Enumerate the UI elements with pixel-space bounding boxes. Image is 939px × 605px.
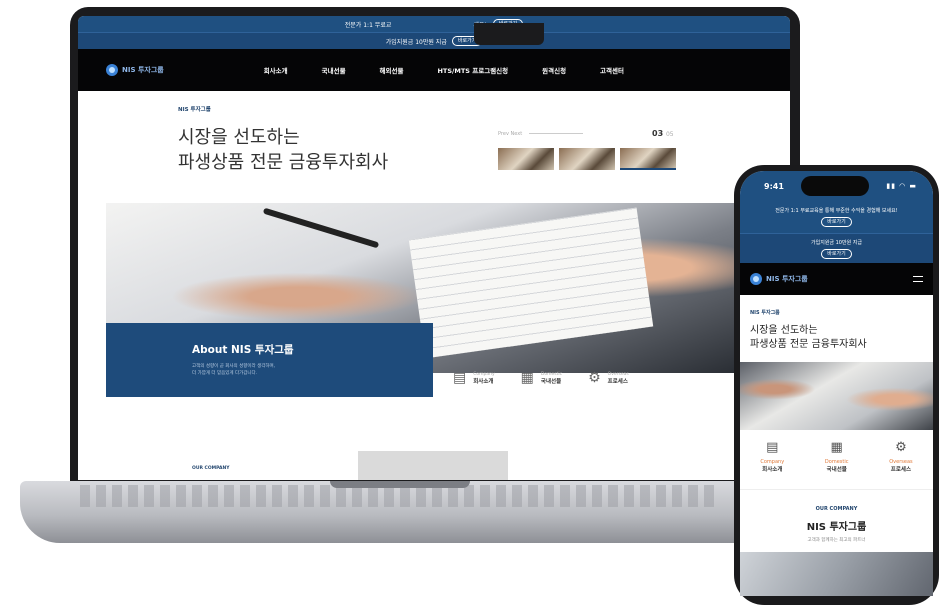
promo-bar-consult: 전문가 1:1 무료교 세요! 바로가기 — [78, 16, 790, 32]
promo-text: 가입지원금 10만원 지급 — [811, 239, 862, 246]
next-button[interactable]: Next — [511, 131, 523, 137]
hero-title-line1: 시장을 선도하는 — [750, 325, 818, 336]
feature-ko: 회사소개 — [762, 467, 783, 473]
hero-title: 시장을 선도하는 파생상품 전문 금융투자회사 — [178, 125, 388, 175]
nav-item-domestic[interactable]: 국내선물 — [322, 65, 346, 75]
our-company-label: OUR COMPANY — [192, 466, 230, 471]
feature-ko: 회사소개 — [473, 378, 494, 385]
feature-overseas[interactable]: ⚙ Overseas 프로세스 — [588, 370, 629, 386]
feature-links: ▤ Company 회사소개 ▦ Domestic 국내선물 ⚙ Oversea… — [740, 430, 933, 490]
bottom-photo — [740, 552, 933, 596]
site-logo[interactable]: NIS 투자그룹 — [750, 273, 808, 285]
nav-item-company[interactable]: 회사소개 — [264, 65, 288, 75]
feature-ko: 국내선물 — [826, 467, 847, 473]
laptop-keyboard-base — [20, 481, 780, 543]
chart-doc-icon: ▦ — [520, 370, 534, 386]
feature-company[interactable]: ▤ Company 회사소개 — [760, 440, 784, 489]
nav-item-remote[interactable]: 원격신청 — [542, 65, 566, 75]
about-panel[interactable]: About NIS 투자그룹 고객의 성향이 곧 회사의 성향이라 생각하며, … — [106, 323, 433, 397]
camera-notch — [474, 23, 544, 45]
prev-button[interactable]: Prev — [498, 131, 509, 137]
hero-title-line2: 파생상품 전문 금융투자회사 — [178, 152, 389, 173]
shortcut-button[interactable]: 바로가기 — [821, 217, 852, 227]
chart-doc-icon: ▦ — [830, 440, 843, 455]
gear-icon: ⚙ — [588, 370, 601, 386]
our-company-section: OUR COMPANY NIS 투자그룹 고객과 함께하는 최고의 파트너 — [740, 506, 933, 543]
slider-controls: Prev Next — [498, 131, 583, 137]
feature-en: Company — [473, 371, 495, 377]
hero-brand: NIS 투자그룹 — [750, 310, 780, 316]
slide-thumbnail[interactable] — [498, 148, 554, 170]
phone-screen: 9:41 ▮▮ ◠ ▬ 전문가 1:1 무료교육을 통해 부준한 수익을 경험해… — [740, 171, 933, 596]
logo-text: NIS 투자그룹 — [766, 275, 808, 283]
shortcut-button[interactable]: 바로가기 — [821, 248, 852, 259]
slider-progress-line — [528, 133, 583, 134]
hero-title-line2: 파생상품 전문 금융투자회사 — [750, 339, 867, 350]
hero-photo — [740, 362, 933, 430]
promo-text: 가입지원금 10만원 지급 — [385, 38, 447, 46]
site-logo[interactable]: NIS 투자그룹 — [106, 64, 164, 76]
laptop-groove — [330, 481, 470, 488]
dynamic-island — [801, 176, 870, 196]
mobile-nav: NIS 투자그룹 — [740, 263, 933, 295]
company-title: NIS 투자그룹 — [806, 522, 867, 533]
hero-brand: NIS 투자그룹 — [178, 107, 211, 113]
laptop-screen: 전문가 1:1 무료교 세요! 바로가기 가입지원금 10만원 지급 바로가기 … — [78, 16, 790, 480]
status-time: 9:41 — [764, 181, 784, 191]
feature-company[interactable]: ▤ Company 회사소개 — [453, 370, 495, 386]
slide-thumbnail[interactable] — [559, 148, 615, 170]
promo-bar-bonus: 가입지원금 10만원 지급 바로가기 — [78, 32, 790, 49]
hero-title: 시장을 선도하는 파생상품 전문 금융투자회사 — [750, 324, 933, 352]
feature-en: Overseas — [607, 371, 629, 377]
about-title: About NIS 투자그룹 — [192, 344, 294, 356]
nav-item-overseas[interactable]: 해외선물 — [380, 65, 404, 75]
main-nav: NIS 투자그룹 회사소개 국내선물 해외선물 HTS/MTS 프로그램신청 원… — [78, 49, 790, 91]
slide-counter: 03 05 — [652, 129, 674, 138]
status-bar: 9:41 ▮▮ ◠ ▬ — [740, 171, 933, 201]
promo-text: 전문가 1:1 무료교육을 통해 부준한 수익을 경험해 보세요! — [775, 208, 898, 214]
photo-paper — [408, 207, 654, 359]
nav-item-hts[interactable]: HTS/MTS 프로그램신청 — [437, 65, 508, 75]
nav-menu: 회사소개 국내선물 해외선물 HTS/MTS 프로그램신청 원격신청 고객센터 — [264, 65, 624, 75]
feature-ko: 프로세스 — [607, 378, 628, 385]
feature-links: ▤ Company 회사소개 ▦ Domestic 국내선물 ⚙ Oversea… — [453, 370, 629, 386]
our-company-label: OUR COMPANY — [815, 506, 858, 512]
document-icon: ▤ — [766, 440, 779, 455]
promo-bar-consult: 전문가 1:1 무료교육을 통해 부준한 수익을 경험해 보세요! 바로가기 — [740, 201, 933, 233]
slide-thumbnail-active[interactable] — [620, 148, 676, 170]
company-desc: 고객과 함께하는 최고의 파트너 — [807, 538, 866, 543]
about-description: 고객의 성향이 곧 회사의 성향이라 생각하며, 더 가깝게 더 믿음있게 다가… — [192, 364, 276, 376]
logo-text: NIS 투자그룹 — [122, 66, 164, 74]
feature-ko: 프로세스 — [890, 467, 912, 473]
feature-domestic[interactable]: ▦ Domestic 국내선물 — [521, 370, 562, 386]
gear-icon: ⚙ — [895, 440, 907, 455]
hamburger-menu-icon[interactable] — [913, 276, 923, 282]
feature-overseas[interactable]: ⚙ Overseas 프로세스 — [889, 440, 912, 489]
promo-bar-bonus: 가입지원금 10만원 지급 바로가기 — [740, 233, 933, 263]
signal-wifi-battery-icon: ▮▮ ◠ ▬ — [886, 182, 917, 190]
logo-icon — [750, 273, 762, 285]
document-icon: ▤ — [453, 370, 467, 386]
feature-ko: 국내선물 — [540, 378, 562, 385]
content-placeholder — [358, 451, 508, 480]
hero-title-line1: 시장을 선도하는 — [178, 127, 300, 148]
slide-current: 03 — [652, 129, 664, 138]
promo-text: 전문가 1:1 무료교 — [344, 21, 392, 29]
feature-domestic[interactable]: ▦ Domestic 국내선물 — [825, 440, 849, 489]
photo-pen — [262, 207, 380, 249]
logo-icon — [106, 64, 118, 76]
nav-item-support[interactable]: 고객센터 — [600, 65, 624, 75]
slide-total: 05 — [665, 131, 674, 138]
hero-section: NIS 투자그룹 시장을 선도하는 파생상품 전문 금융투자회사 Prev Ne… — [78, 91, 790, 480]
feature-en: Domestic — [540, 371, 563, 377]
